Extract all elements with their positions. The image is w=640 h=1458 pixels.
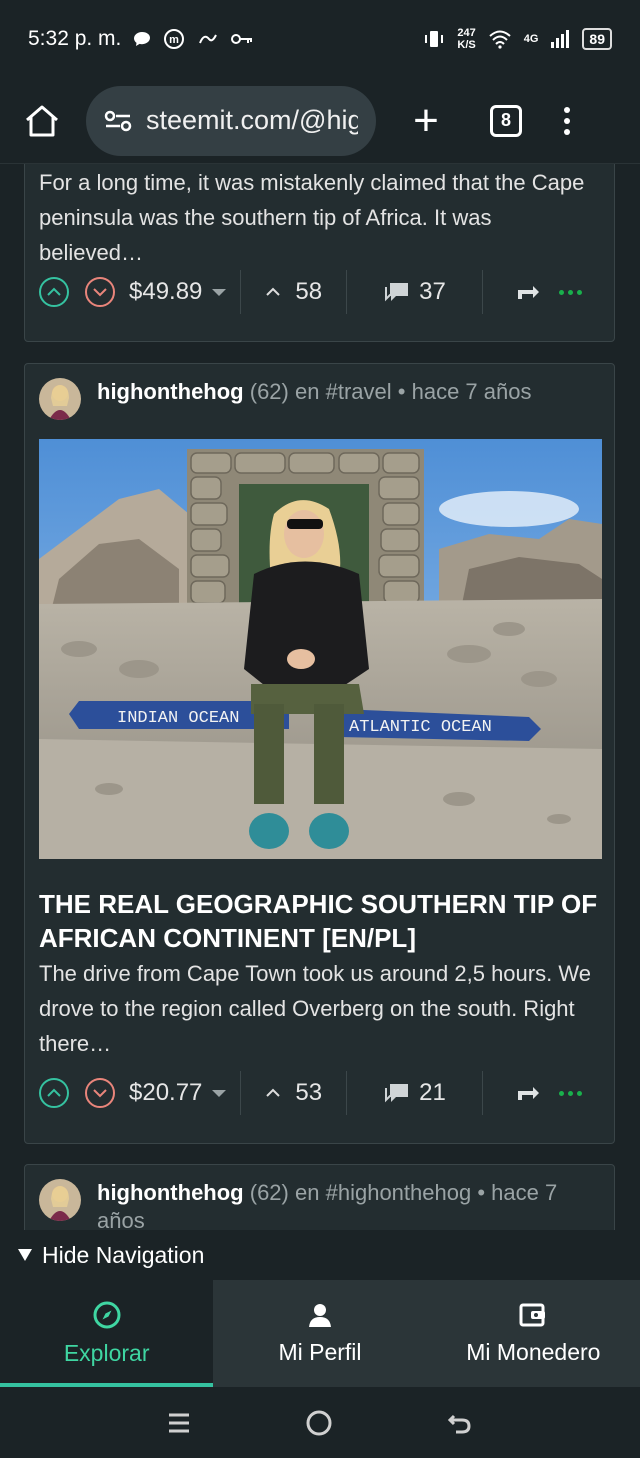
voters-button[interactable]: 58: [255, 278, 332, 306]
svg-text:m: m: [170, 34, 180, 46]
compass-icon: [93, 1301, 121, 1329]
chevron-up-icon: [47, 1088, 61, 1097]
recent-apps-icon[interactable]: [166, 1410, 192, 1436]
app-notification-icon: [199, 34, 218, 44]
sign-right-text: ATLANTIC OCEAN: [349, 718, 492, 737]
post-time: hace 7 años: [411, 379, 532, 404]
vote-count: 58: [295, 278, 323, 305]
chat-notification-icon: [134, 32, 151, 46]
in-label: en: [295, 379, 320, 404]
vote-count: 53: [295, 1079, 323, 1106]
chevron-up-icon: [47, 287, 61, 296]
post-actions: $49.89 58 37: [39, 270, 600, 314]
home-icon: [26, 105, 58, 136]
chevron-down-icon: [93, 288, 107, 297]
vibrate-icon: [425, 31, 444, 47]
bullet-separator: •: [397, 379, 406, 404]
post-card: highonthehog (62) en #highonthehog • hac…: [24, 1164, 615, 1230]
author-reputation: (62): [249, 379, 289, 404]
comments-icon: [385, 283, 409, 302]
reblog-button[interactable]: [497, 1083, 559, 1103]
author-reputation: (62): [249, 1180, 289, 1205]
downvote-button[interactable]: [85, 1078, 115, 1108]
back-icon[interactable]: [446, 1410, 474, 1436]
post-title[interactable]: THE REAL GEOGRAPHIC SOUTHERN TIP OF AFRI…: [39, 887, 600, 955]
caret-down-icon: [212, 1089, 227, 1097]
nav-wallet[interactable]: Mi Monedero: [427, 1280, 640, 1387]
status-time: 5:32 p. m.: [28, 27, 122, 50]
post-category[interactable]: #highonthehog: [326, 1180, 472, 1205]
wifi-icon: [489, 30, 511, 49]
url-text: steemit.com/@highonthehog: [146, 105, 358, 135]
browser-menu-button[interactable]: [564, 106, 570, 135]
more-options-button[interactable]: [558, 1090, 582, 1096]
post-card: highonthehog (62) en #travel • hace 7 añ…: [24, 363, 615, 1144]
comments-button[interactable]: 37: [361, 278, 468, 306]
chevron-up-small-icon: [266, 1088, 281, 1097]
feed: For a long time, it was mistakenly claim…: [0, 164, 640, 1230]
author-name[interactable]: highonthehog: [97, 1180, 244, 1205]
sign-left-text: INDIAN OCEAN: [117, 709, 239, 728]
site-settings-icon[interactable]: [104, 110, 132, 132]
signal-icon: [551, 30, 570, 48]
reblog-icon: [517, 1087, 539, 1100]
upvote-button[interactable]: [39, 1078, 69, 1108]
battery-indicator: 89: [582, 28, 612, 50]
payout-dropdown[interactable]: $20.77: [129, 1079, 227, 1107]
home-button[interactable]: [20, 99, 64, 143]
post-excerpt[interactable]: The drive from Cape Town took us around …: [25, 956, 614, 1061]
in-label: en: [295, 1180, 320, 1205]
net-speed: 247 K/S: [457, 27, 476, 51]
nav-wallet-label: Mi Monedero: [466, 1339, 601, 1365]
nav-explore-label: Explorar: [63, 1340, 150, 1366]
new-tab-button[interactable]: +: [404, 98, 448, 143]
downvote-button[interactable]: [85, 277, 115, 307]
hide-navigation-toggle[interactable]: Hide Navigation: [0, 1230, 640, 1280]
nav-profile[interactable]: Mi Perfil: [213, 1280, 426, 1387]
steem-notification-icon: m: [164, 29, 185, 49]
post-author-row: highonthehog (62) en #highonthehog • hac…: [39, 1179, 600, 1230]
hide-navigation-label: Hide Navigation: [42, 1241, 205, 1268]
post-card: For a long time, it was mistakenly claim…: [24, 164, 615, 342]
browser-toolbar: steemit.com/@highonthehog + 8: [0, 78, 640, 164]
comments-icon: [385, 1084, 409, 1103]
payout-value: $49.89: [129, 278, 203, 305]
payout-dropdown[interactable]: $49.89: [129, 278, 227, 306]
avatar[interactable]: [39, 1179, 81, 1221]
post-image[interactable]: INDIAN OCEAN ATLANTIC OCEAN: [39, 439, 602, 859]
post-actions: $20.77 53 21: [39, 1071, 600, 1115]
key-icon: [231, 34, 253, 44]
tab-switcher-button[interactable]: 8: [490, 104, 522, 137]
chevron-up-small-icon: [266, 287, 281, 296]
reblog-button[interactable]: [497, 282, 559, 302]
comment-count: 21: [419, 1079, 446, 1106]
bullet-separator: •: [477, 1180, 486, 1205]
network-type: 4G: [523, 33, 539, 45]
reblog-icon: [517, 286, 539, 299]
status-bar: 5:32 p. m. m 247 K/S 4G 89: [0, 0, 640, 78]
comments-button[interactable]: 21: [361, 1079, 468, 1107]
avatar[interactable]: [39, 378, 81, 420]
upvote-button[interactable]: [39, 277, 69, 307]
caret-down-icon: [212, 288, 227, 296]
triangle-down-icon: [18, 1249, 32, 1261]
home-nav-icon[interactable]: [305, 1409, 333, 1437]
nav-profile-label: Mi Perfil: [278, 1339, 362, 1365]
user-icon: [308, 1304, 331, 1327]
author-name[interactable]: highonthehog: [97, 379, 244, 404]
post-excerpt[interactable]: For a long time, it was mistakenly claim…: [25, 165, 614, 270]
address-bar[interactable]: steemit.com/@highonthehog: [86, 85, 376, 156]
payout-value: $20.77: [129, 1079, 203, 1106]
wallet-icon: [519, 1303, 546, 1327]
nav-explore[interactable]: Explorar: [0, 1280, 214, 1387]
chevron-down-icon: [93, 1089, 107, 1098]
bottom-navigation: Explorar Mi Perfil Mi Monedero: [0, 1280, 640, 1387]
system-navigation-bar: [0, 1387, 640, 1458]
voters-button[interactable]: 53: [255, 1079, 332, 1107]
post-category[interactable]: #travel: [326, 379, 392, 404]
post-author-row: highonthehog (62) en #travel • hace 7 añ…: [39, 378, 600, 420]
comment-count: 37: [419, 278, 446, 305]
more-options-button[interactable]: [558, 289, 582, 295]
